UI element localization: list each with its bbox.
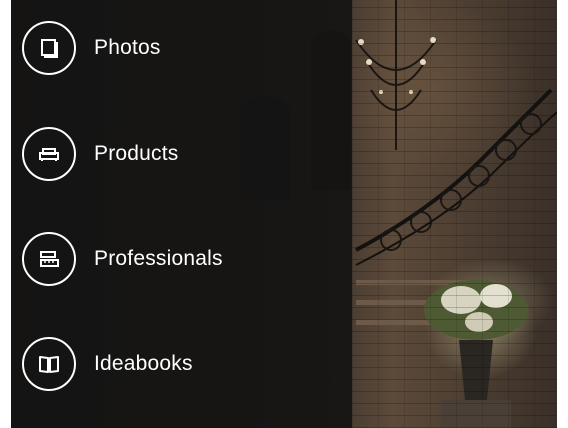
- menu-item-ideabooks[interactable]: Ideabooks: [11, 330, 352, 400]
- navigation-drawer: Photos Products Professionals Ideabooks: [11, 0, 352, 428]
- right-edge: [557, 0, 568, 428]
- menu-item-label: Products: [94, 142, 179, 165]
- menu-item-label: Ideabooks: [94, 352, 193, 375]
- app-screen: Photos Products Professionals Ideabooks: [0, 0, 568, 428]
- ruler-icon: [22, 232, 76, 286]
- menu-item-products[interactable]: Products: [11, 120, 352, 190]
- sofa-icon: [22, 127, 76, 181]
- book-icon: [22, 337, 76, 391]
- menu-item-label: Professionals: [94, 247, 223, 270]
- menu-item-professionals[interactable]: Professionals: [11, 225, 352, 295]
- menu-item-photos[interactable]: Photos: [11, 14, 352, 84]
- brick-wall-texture: [352, 0, 557, 428]
- left-edge: [0, 0, 11, 428]
- photos-icon: [22, 21, 76, 75]
- menu-item-label: Photos: [94, 36, 161, 59]
